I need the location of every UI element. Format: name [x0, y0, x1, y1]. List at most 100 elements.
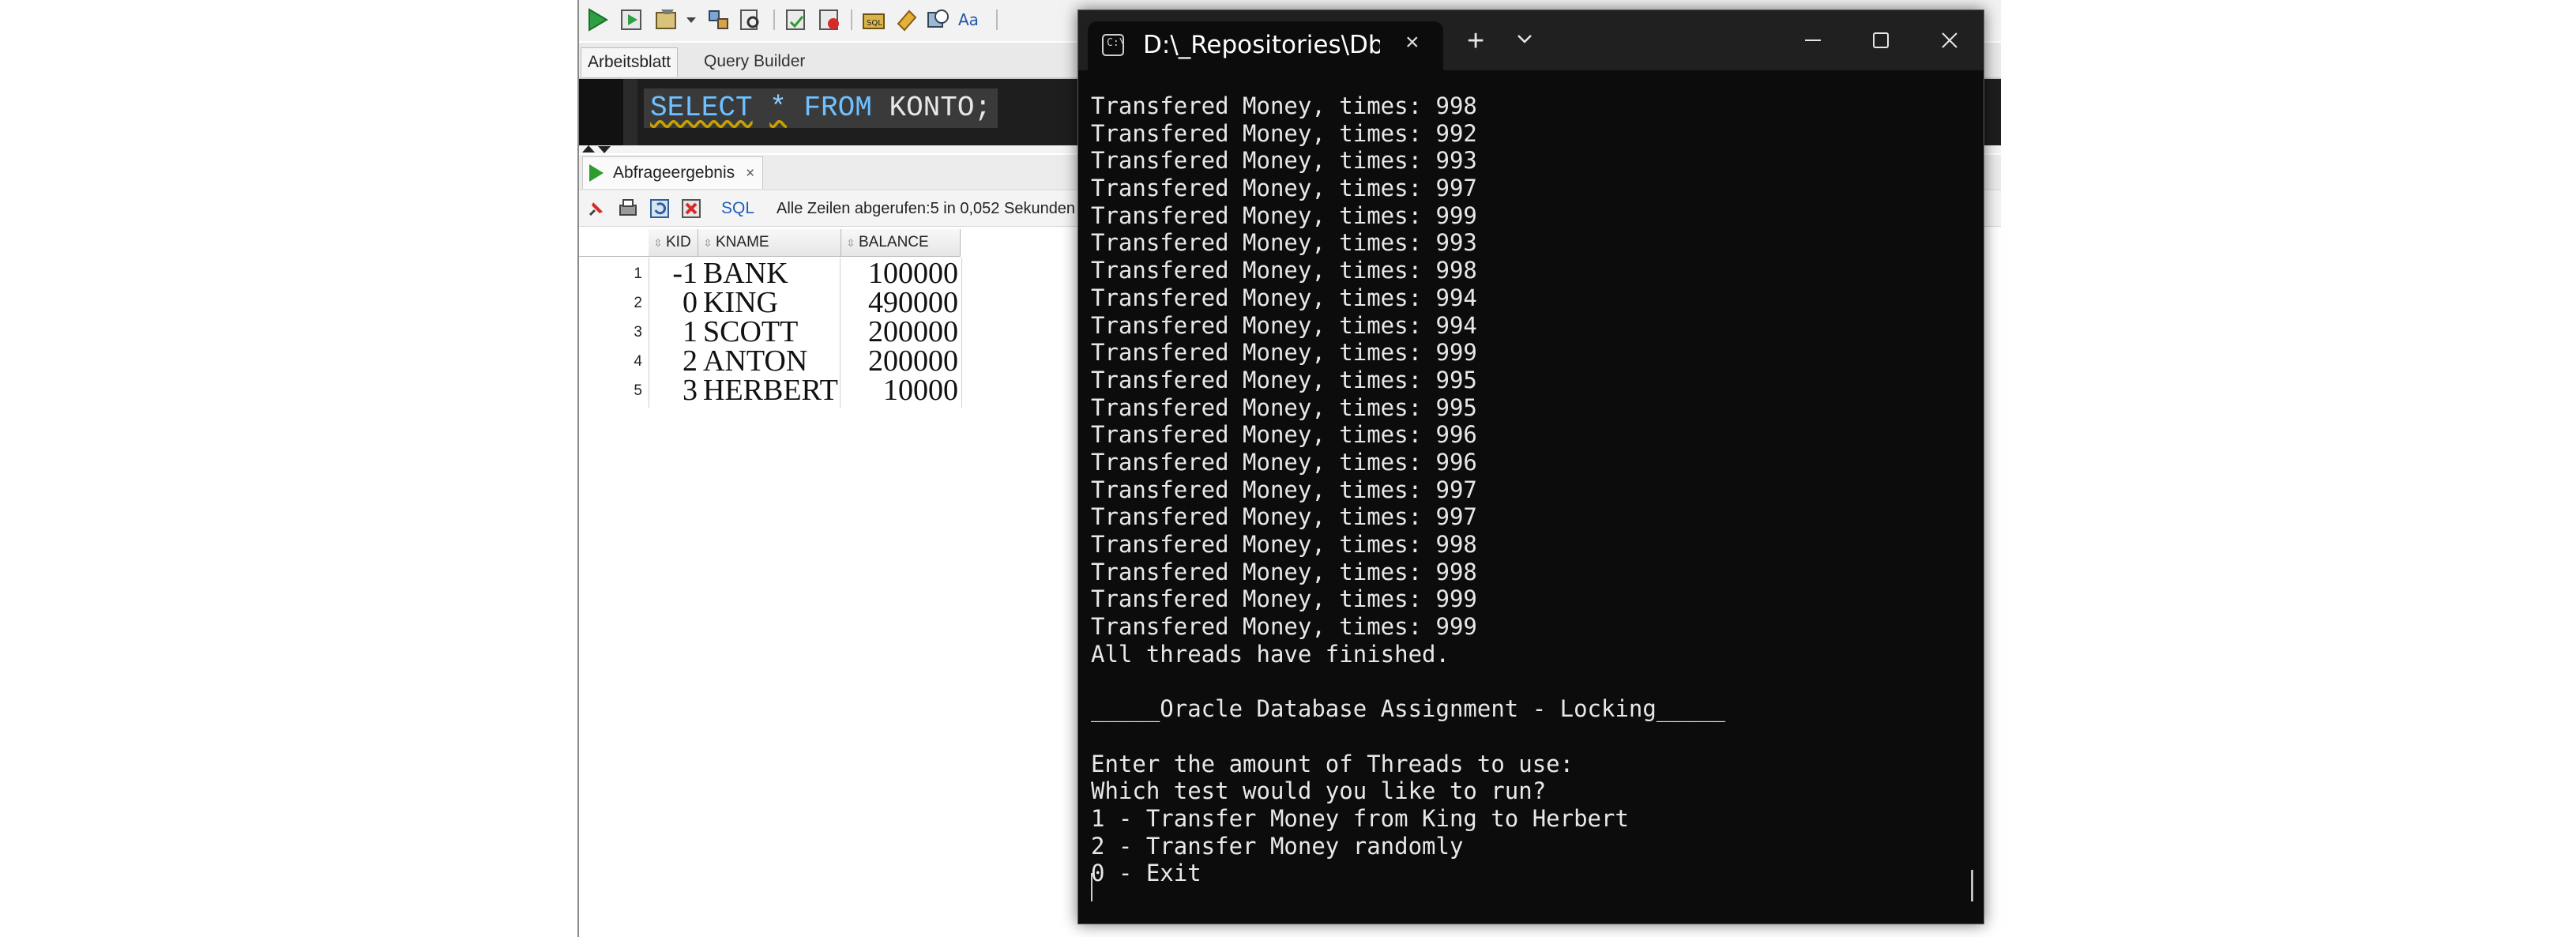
terminal-line: Transfered Money, times: 995 — [1091, 366, 1477, 393]
close-window-icon[interactable] — [1934, 24, 1965, 56]
terminal-line: Transfered Money, times: 998 — [1091, 558, 1477, 585]
sql-statement-line[interactable]: SELECT * FROM KONTO; — [644, 88, 998, 128]
table-row[interactable]: 3 1 SCOTT 200000 — [579, 317, 1053, 347]
svg-text:Aa: Aa — [958, 10, 979, 29]
tab-query-result[interactable]: Abfrageergebnis × — [582, 156, 764, 189]
history-icon[interactable] — [925, 6, 952, 33]
sql-space — [753, 92, 770, 124]
sql-space — [787, 92, 804, 124]
column-header-label: BALANCE — [859, 234, 929, 250]
tab-query-builder[interactable]: Query Builder — [698, 47, 811, 76]
column-header-kname[interactable]: ⇳ KNAME — [698, 229, 841, 257]
terminal-tab[interactable]: C:\ D:\_Repositories\DbiUe × — [1088, 21, 1443, 70]
terminal-cursor — [1091, 873, 1092, 901]
column-header-label: KID — [666, 234, 691, 250]
new-tab-button[interactable]: + — [1467, 26, 1484, 56]
terminal-window[interactable]: C:\ D:\_Repositories\DbiUe × + Transfere… — [1077, 9, 1984, 924]
terminal-line: Transfered Money, times: 998 — [1091, 257, 1477, 284]
sort-icon: ⇳ — [703, 237, 713, 249]
terminal-line: _____Oracle Database Assignment - Lockin… — [1091, 695, 1726, 723]
cell-kid[interactable]: 0 — [579, 288, 698, 318]
terminal-line: Transfered Money, times: 992 — [1091, 119, 1477, 147]
sql-keyword-select: SELECT — [650, 92, 753, 124]
sql-keyword-from: FROM — [803, 92, 872, 124]
print-icon[interactable] — [615, 196, 641, 221]
rollback-icon[interactable] — [816, 6, 843, 33]
sql-view-link[interactable]: SQL — [721, 199, 754, 218]
terminal-line: Transfered Money, times: 999 — [1091, 585, 1477, 613]
column-header-label: KNAME — [716, 234, 769, 250]
terminal-line: Transfered Money, times: 999 — [1091, 339, 1477, 367]
terminal-line: Transfered Money, times: 995 — [1091, 393, 1477, 421]
close-icon[interactable]: × — [1405, 29, 1420, 56]
sort-icon: ⇳ — [846, 237, 856, 249]
refresh-icon[interactable] — [647, 196, 672, 221]
maximize-icon[interactable] — [1865, 24, 1897, 56]
terminal-line: Transfered Money, times: 997 — [1091, 175, 1477, 202]
explain-plan-icon[interactable] — [705, 6, 732, 33]
column-header-balance[interactable]: ⇳ BALANCE — [841, 229, 961, 257]
terminal-line: 1 - Transfer Money from King to Herbert — [1091, 804, 1629, 832]
terminal-line: Transfered Money, times: 996 — [1091, 421, 1477, 449]
format-icon[interactable] — [783, 6, 810, 33]
cell-balance[interactable]: 490000 — [786, 288, 958, 318]
cell-kid[interactable]: 1 — [579, 317, 698, 347]
commit-icon[interactable] — [653, 6, 680, 33]
editor-gutter — [579, 79, 623, 145]
minimize-icon[interactable] — [1797, 24, 1829, 56]
sql-table-name: KONTO; — [871, 92, 992, 124]
table-row[interactable]: 1 -1 BANK 100000 — [579, 258, 1053, 288]
terminal-line: Transfered Money, times: 998 — [1091, 92, 1477, 119]
splitter-down-arrow-icon[interactable] — [598, 146, 611, 153]
terminal-line: Transfered Money, times: 999 — [1091, 613, 1477, 641]
close-icon[interactable]: × — [746, 165, 754, 182]
svg-text:SQL: SQL — [867, 19, 882, 28]
run-statement-icon[interactable] — [584, 6, 611, 33]
column-header-kid[interactable]: ⇳ KID — [649, 229, 698, 257]
terminal-line: Transfered Money, times: 994 — [1091, 284, 1477, 311]
splitter-up-arrow-icon[interactable] — [582, 145, 595, 152]
clear-eraser-icon[interactable] — [893, 6, 920, 33]
chevron-down-icon[interactable] — [685, 6, 698, 33]
table-row[interactable]: 2 0 KING 490000 — [579, 288, 1053, 318]
terminal-line: Transfered Money, times: 999 — [1091, 201, 1477, 229]
cell-balance[interactable]: 100000 — [786, 258, 958, 288]
cell-balance[interactable]: 200000 — [786, 317, 958, 347]
cancel-query-icon[interactable] — [679, 196, 704, 221]
sql-tuning-icon[interactable]: SQL — [860, 6, 887, 33]
terminal-line: Transfered Money, times: 997 — [1091, 476, 1477, 503]
terminal-line: Transfered Money, times: 997 — [1091, 503, 1477, 531]
cell-balance[interactable]: 200000 — [786, 346, 958, 376]
tab-worksheet[interactable]: Arbeitsblatt — [581, 47, 679, 77]
terminal-line: Transfered Money, times: 993 — [1091, 147, 1477, 175]
toolbar-divider — [773, 9, 775, 30]
terminal-line: 2 - Transfer Money randomly — [1091, 832, 1464, 860]
pin-icon[interactable] — [584, 196, 609, 221]
terminal-line: All threads have finished. — [1091, 640, 1450, 668]
cell-kid[interactable]: 2 — [579, 346, 698, 376]
sql-star: * — [769, 92, 787, 124]
terminal-line: Which test would you like to run? — [1091, 777, 1547, 805]
cell-kid[interactable]: -1 — [579, 258, 698, 288]
terminal-title-bar[interactable]: C:\ D:\_Repositories\DbiUe × + — [1078, 10, 1984, 70]
table-row[interactable]: 4 2 ANTON 200000 — [579, 346, 1053, 376]
cell-balance[interactable]: 10000 — [786, 375, 958, 405]
table-row[interactable]: 5 3 HERBERT 10000 — [579, 375, 1053, 405]
run-result-icon — [589, 164, 604, 182]
terminal-line: Transfered Money, times: 998 — [1091, 531, 1477, 558]
terminal-line: Enter the amount of Threads to use: — [1091, 750, 1574, 777]
grid-header: ⇳ KID ⇳ KNAME ⇳ BALANCE — [579, 229, 1053, 258]
cell-kid[interactable]: 3 — [579, 375, 698, 405]
fetch-status-text: Alle Zeilen abgerufen:5 in 0,052 Sekunde… — [777, 200, 1076, 217]
run-script-icon[interactable] — [619, 6, 645, 33]
chevron-down-icon[interactable] — [1516, 32, 1533, 45]
terminal-line: Transfered Money, times: 996 — [1091, 448, 1477, 476]
terminal-line: Transfered Money, times: 994 — [1091, 311, 1477, 339]
sort-icon: ⇳ — [653, 237, 663, 249]
autotrace-icon[interactable] — [737, 6, 764, 33]
terminal-output-area[interactable]: Transfered Money, times: 998 Transfered M… — [1078, 70, 1984, 924]
spell-case-icon[interactable]: Aa — [957, 6, 983, 33]
terminal-scrollbar[interactable] — [1971, 870, 1973, 901]
